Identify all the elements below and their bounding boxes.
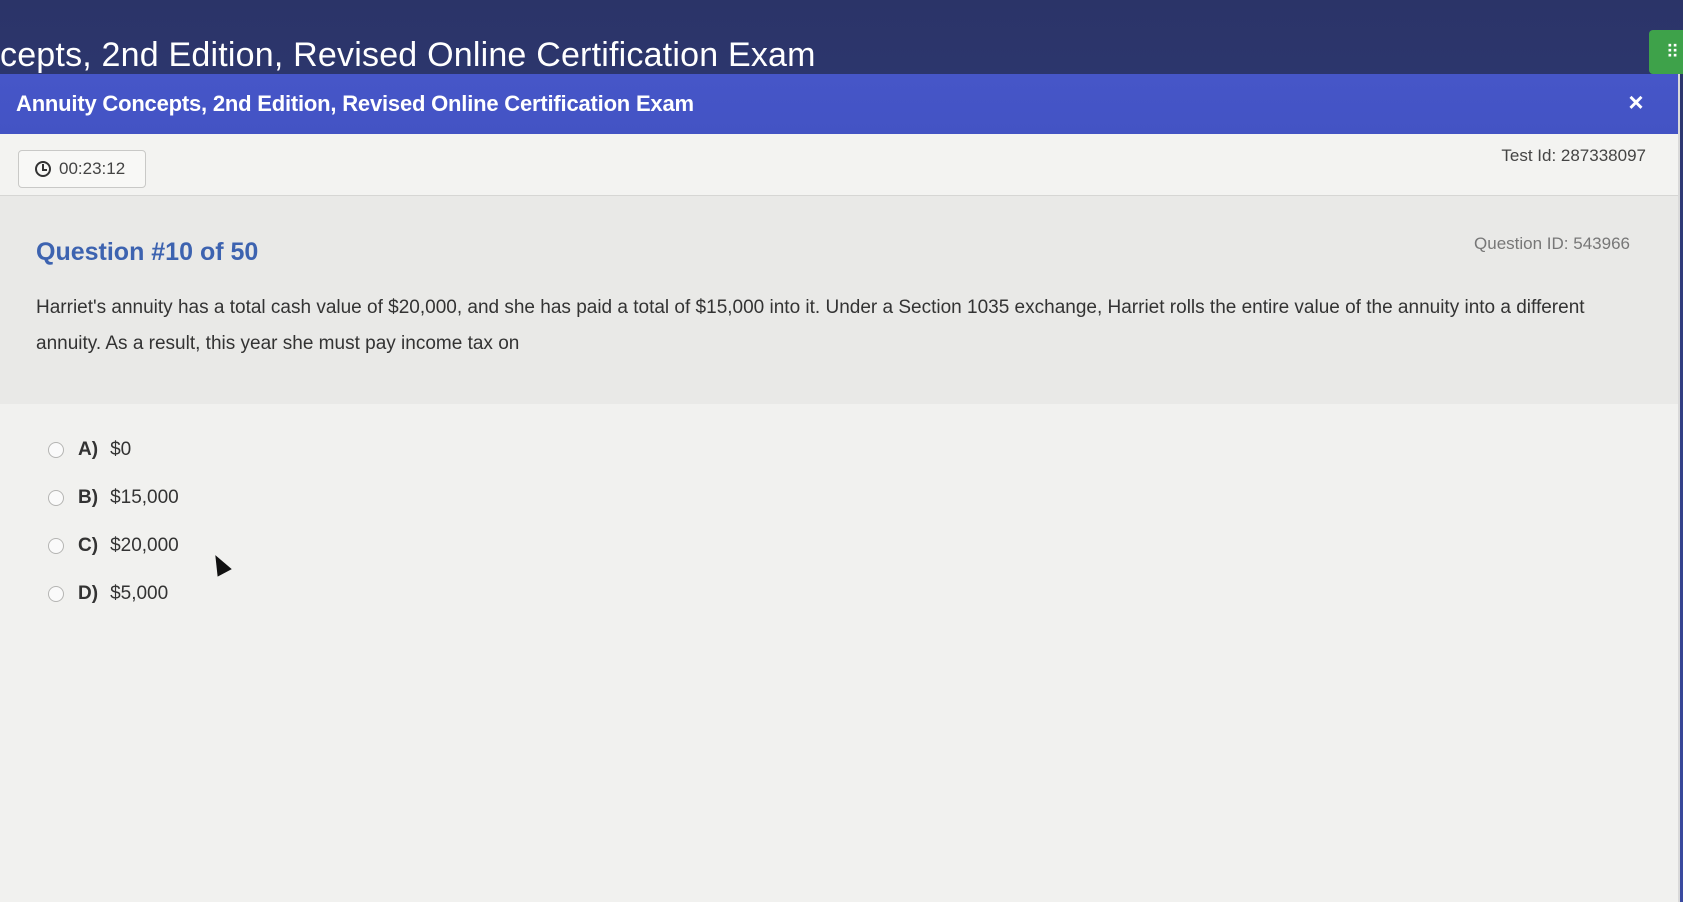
test-id: Test Id: 287338097 (1501, 146, 1646, 165)
option-letter: D) (78, 583, 99, 604)
timer-value: 00:23:12 (59, 159, 126, 178)
radio-button[interactable] (48, 538, 64, 554)
radio-button[interactable] (48, 586, 64, 602)
question-title: Question #10 of 50 (36, 238, 259, 266)
question-text: Harriet's annuity has a total cash value… (36, 297, 1585, 354)
modal-header: Annuity Concepts, 2nd Edition, Revised O… (0, 74, 1678, 134)
exam-toolbar: 00:23:12 Test Id: 287338097 (0, 134, 1678, 196)
option-text: $20,000 (110, 535, 179, 556)
answer-option-a[interactable]: A) $0 (48, 426, 179, 474)
answer-option-d[interactable]: D) $5,000 (48, 570, 179, 618)
background-page-title: cepts, 2nd Edition, Revised Online Certi… (0, 36, 816, 74)
answer-option-b[interactable]: B) $15,000 (48, 474, 179, 522)
answer-option-c[interactable]: C) $20,000 (48, 522, 179, 570)
question-panel: Question #10 of 50 Question ID: 543966 H… (0, 196, 1678, 404)
timer-badge: 00:23:12 (18, 150, 146, 188)
exam-modal: Annuity Concepts, 2nd Edition, Revised O… (0, 74, 1680, 902)
option-text: $5,000 (110, 583, 169, 604)
option-text: $15,000 (110, 487, 179, 508)
option-text: $0 (110, 439, 132, 460)
close-icon[interactable]: × (1622, 88, 1650, 116)
modal-title: Annuity Concepts, 2nd Edition, Revised O… (16, 91, 694, 116)
question-id: Question ID: 543966 (1474, 234, 1630, 253)
grid-icon: ⠿ (1665, 41, 1679, 62)
clock-icon (35, 161, 51, 177)
side-grid-tab[interactable]: ⠿ (1649, 30, 1683, 74)
radio-button[interactable] (48, 442, 64, 458)
answer-options: A) $0 B) $15,000 C) $20,000 D) $5,000 (48, 426, 179, 618)
option-letter: C) (78, 535, 99, 556)
option-letter: A) (78, 439, 99, 460)
option-letter: B) (78, 487, 99, 508)
radio-button[interactable] (48, 490, 64, 506)
